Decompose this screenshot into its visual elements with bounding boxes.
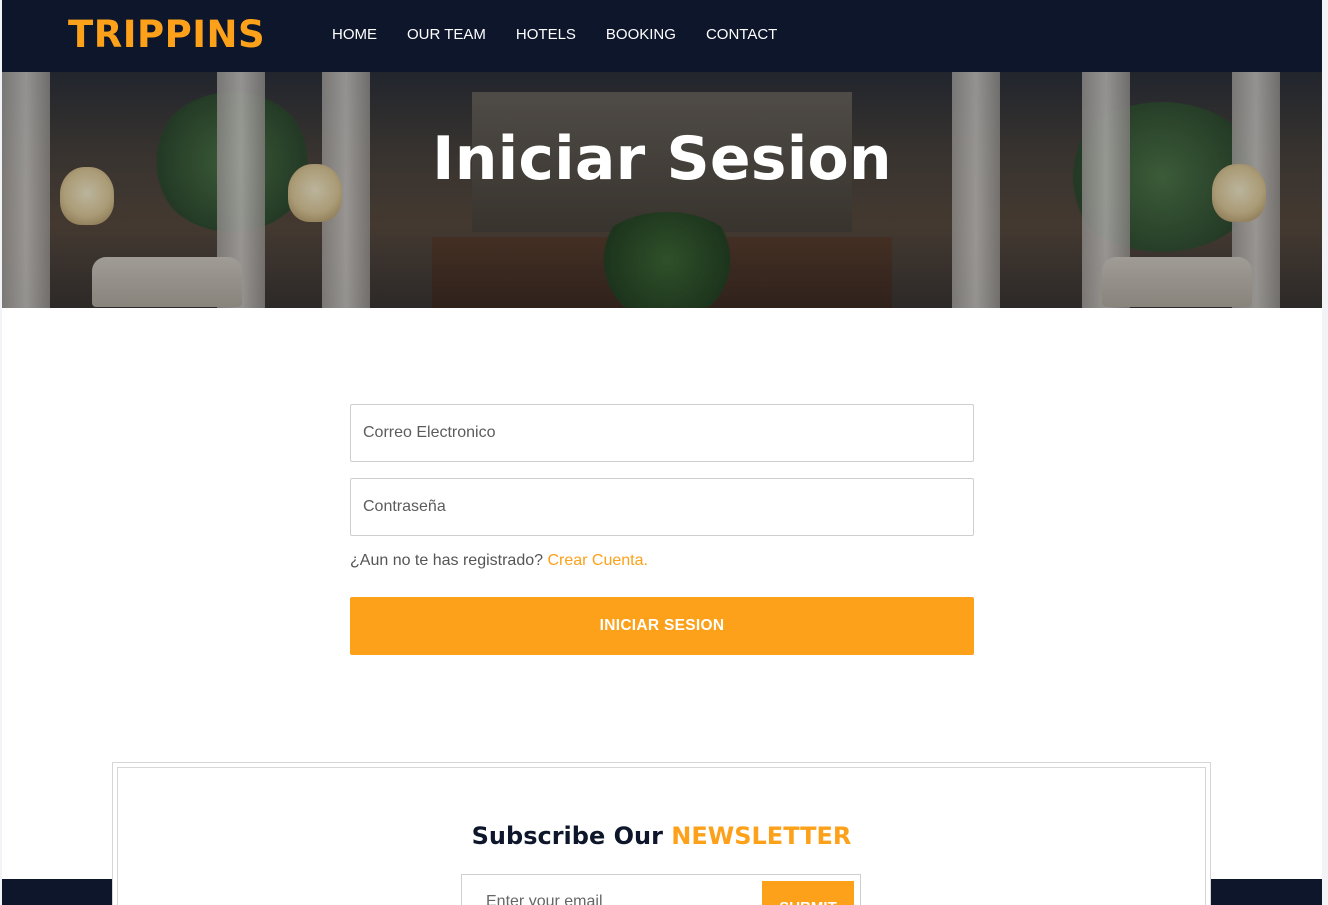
newsletter-title-highlight: NEWSLETTER	[671, 822, 852, 850]
newsletter-form: SUBMIT	[461, 874, 861, 905]
email-input[interactable]	[363, 424, 961, 442]
page: TRIPPINS HOME OUR TEAM HOTELS BOOKING CO…	[0, 0, 1328, 905]
newsletter-title: Subscribe Our NEWSLETTER	[118, 822, 1205, 850]
newsletter-title-prefix: Subscribe Our	[471, 822, 663, 850]
newsletter-submit-button[interactable]: SUBMIT	[762, 881, 854, 905]
password-field	[350, 478, 974, 536]
right-scroll-gutter	[1322, 0, 1328, 905]
page-title: Iniciar Sesion	[432, 124, 892, 194]
login-form: ¿Aun no te has registrado? Crear Cuenta.…	[350, 404, 974, 655]
password-input[interactable]	[363, 498, 961, 516]
register-prompt-text: ¿Aun no te has registrado?	[350, 552, 544, 569]
nav-contact[interactable]: CONTACT	[706, 26, 777, 44]
nav-our-team[interactable]: OUR TEAM	[407, 26, 486, 44]
newsletter-section: Subscribe Our NEWSLETTER SUBMIT	[117, 767, 1206, 905]
email-field	[350, 404, 974, 462]
nav-home[interactable]: HOME	[332, 26, 377, 44]
main-nav: HOME OUR TEAM HOTELS BOOKING CONTACT	[332, 26, 807, 44]
top-navbar: TRIPPINS HOME OUR TEAM HOTELS BOOKING CO…	[2, 0, 1322, 72]
register-prompt: ¿Aun no te has registrado? Crear Cuenta.	[350, 552, 974, 570]
brand-logo[interactable]: TRIPPINS	[68, 13, 265, 56]
nav-booking[interactable]: BOOKING	[606, 26, 676, 44]
create-account-link[interactable]: Crear Cuenta.	[547, 552, 648, 569]
nav-hotels[interactable]: HOTELS	[516, 26, 576, 44]
newsletter-email-input[interactable]	[486, 881, 762, 905]
login-button[interactable]: INICIAR SESION	[350, 597, 974, 655]
hero-banner: Iniciar Sesion	[2, 72, 1322, 308]
